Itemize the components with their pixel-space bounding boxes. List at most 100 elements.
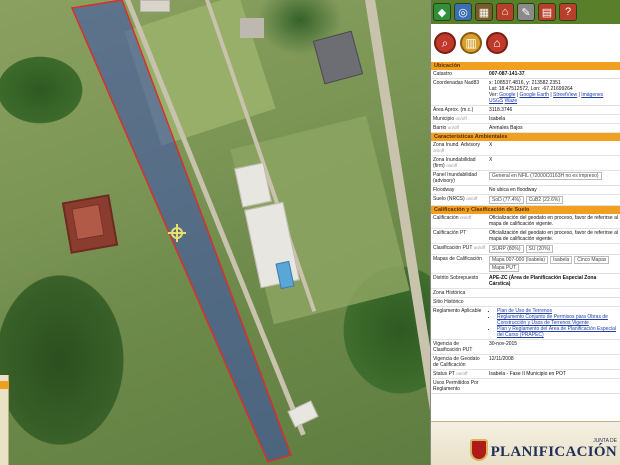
reglamento-link[interactable]: Reglamento Conjunto de Permisos para Obr… [497, 314, 618, 326]
info-toggle[interactable]: on/off [466, 196, 477, 201]
mapa-chip[interactable]: Mapa 007-000 (Isabela) [489, 256, 549, 264]
status-label: Status PT [433, 371, 455, 377]
zona-firm-cell: Zona Inundabilidad (firm) on/off [431, 155, 487, 171]
info-panel: ◆ ◎ ▦ ⌂ ✎ ▤ ? ⌕ ▥ ⌂ Ubicación Catastro 00… [430, 0, 620, 465]
streetview-link[interactable]: StreetView [553, 92, 577, 98]
info-toggle[interactable]: on/off [474, 245, 485, 250]
zona-hist-value [487, 288, 620, 298]
mapas-label: Mapas de Calificación [431, 254, 487, 274]
parcel-polygon[interactable] [0, 0, 430, 465]
globe-icon[interactable]: ◎ [454, 3, 472, 21]
suelo-chip[interactable]: CuB2 (22.6%) [525, 196, 564, 204]
info-toggle[interactable]: on/off [448, 125, 459, 130]
panel-value[interactable]: General en NFIL (72000C0163H no es impre… [489, 172, 602, 180]
section-ubicacion: Ubicación [431, 62, 620, 70]
zona-adv-cell: Zona Inund. Advisory on/off [431, 141, 487, 156]
municipio-cell: Municipio on/off [431, 114, 487, 124]
search-icon[interactable]: ⌕ [434, 32, 456, 54]
ubicacion-table: Catastro 007-087-141-37 Coordenadas Nad83… [431, 70, 620, 133]
info-toggle[interactable]: on/off [456, 116, 467, 121]
section-calificacion: Calificación y Clasificación de Suelo [431, 206, 620, 214]
map-icon[interactable]: ▦ [475, 3, 493, 21]
coords-label: Coordenadas Nad83 [431, 78, 487, 106]
area-value: 3118.3746 [487, 105, 620, 115]
info-toggle[interactable]: on/off [446, 163, 457, 168]
logo-text: JUNTA DE PLANIFICACIÓN [491, 438, 617, 461]
location-marker-icon [168, 224, 186, 242]
info-toggle[interactable]: on/off [433, 148, 444, 153]
clasif-chip[interactable]: SURP (80%) [489, 245, 524, 253]
panel-value-cell: General en NFIL (72000C0163H no es impre… [487, 170, 620, 186]
floodway-value: No ubica en floodway [487, 185, 620, 195]
clasif-chip[interactable]: SU (20%) [525, 245, 554, 253]
reglamento-list-cell: Plan de Uso de Terrenos Reglamento Conju… [487, 306, 620, 340]
suelo-label: Suelo (NRCS) [433, 196, 465, 202]
vig-clasif-value: 30-nov-2015 [487, 339, 620, 355]
calif-label: Calificación [433, 215, 459, 221]
left-scroll-bar[interactable] [0, 375, 9, 465]
footer: JUNTA DE PLANIFICACIÓN [431, 421, 620, 465]
section-ambientales: Características Ambientales [431, 133, 620, 141]
suelo-chips: SoD (77.4%) CuB2 (22.6%) [487, 194, 620, 206]
usos-label: Usos Permitidos Por Reglamento [431, 378, 487, 394]
home-icon[interactable]: ⌂ [496, 3, 514, 21]
seal-icon [469, 438, 488, 461]
calif-cell: Calificación on/off [431, 214, 487, 229]
vig-geodato-value: 12/11/2008 [487, 354, 620, 370]
calificacion-table: Calificación on/off Oficialización del ge… [431, 214, 620, 394]
vig-geodato-label: Vigencia de Geodato de Calificación [431, 354, 487, 370]
floodway-label: Floodway [431, 185, 487, 195]
mapa-chip[interactable]: Isabela [550, 256, 573, 264]
coords-value: x: 108537.4816, y: 213582.2351 Lat: 18.4… [487, 78, 620, 106]
measure-icon[interactable]: ✎ [517, 3, 535, 21]
action-buttons: ⌕ ▥ ⌂ [431, 24, 620, 62]
vig-clasif-label: Vigencia de Clasificación PUT [431, 339, 487, 355]
clasif-cell: Clasificación PUT on/off [431, 243, 487, 255]
clasif-chips: SURP (80%) SU (20%) [487, 243, 620, 255]
map-toolbar: ◆ ◎ ▦ ⌂ ✎ ▤ ? [431, 0, 620, 24]
satellite-map[interactable] [0, 0, 430, 465]
distrito-value: APE-ZC (Área de Planificación Especial Z… [487, 273, 620, 289]
area-label: Área Aprox. (m.c.) [431, 105, 487, 115]
barrio-cell: Barrio on/off [431, 123, 487, 133]
mapa-chip[interactable]: Cinco Mapas [574, 256, 610, 264]
municipio-label: Municipio [433, 116, 455, 122]
logo-big-text: PLANIFICACIÓN [490, 444, 617, 460]
zona-hist-label: Zona Histórica [431, 288, 487, 298]
reglamento-list: Plan de Uso de Terrenos Reglamento Conju… [489, 308, 618, 338]
panel-label: Panel Inundabilidad (advisory) [431, 170, 487, 186]
catastro-label: Catastro [431, 70, 487, 79]
layers-icon[interactable]: ◆ [433, 3, 451, 21]
distrito-label: Distrito Sobrepuesto [431, 273, 487, 289]
barrio-value: Arenales Bajos [487, 123, 620, 133]
ver-links: Ver: Google | Google Earth | StreetView … [489, 92, 604, 104]
chart-icon[interactable]: ▥ [460, 32, 482, 54]
sitio-hist-value [487, 297, 620, 307]
zona-firm-value: X [487, 155, 620, 171]
calif-pt-label: Calificación PT [431, 228, 487, 244]
junta-logo: JUNTA DE PLANIFICACIÓN [469, 438, 617, 461]
clasif-label: Clasificación PUT [433, 245, 473, 251]
zona-adv-value: X [487, 141, 620, 156]
mapa-put-chip[interactable]: Mapa PUT [489, 264, 519, 272]
print-icon[interactable]: ▤ [538, 3, 556, 21]
help-icon[interactable]: ? [559, 3, 577, 21]
google-earth-link[interactable]: Google Earth [520, 92, 549, 98]
reglamento-link[interactable]: Plan y Reglamento del Área de Planificac… [497, 326, 618, 338]
home-icon[interactable]: ⌂ [486, 32, 508, 54]
reglamento-label: Reglamento Aplicable [431, 306, 487, 340]
municipio-value: Isabela [487, 114, 620, 124]
catastro-value: 007-087-141-37 [487, 70, 620, 79]
info-toggle[interactable]: on/off [456, 371, 467, 376]
calif-pt-value: Oficialización del geodato en proceso, f… [487, 228, 620, 244]
waze-link[interactable]: Waze [505, 98, 518, 104]
status-value: Isabela - Fase II Municipio en POT [487, 369, 620, 379]
ambientales-table: Zona Inund. Advisory on/off X Zona Inunda… [431, 141, 620, 206]
info-toggle[interactable]: on/off [460, 215, 471, 220]
calif-value: Oficialización del geodato en proceso, f… [487, 214, 620, 229]
suelo-cell: Suelo (NRCS) on/off [431, 194, 487, 206]
usos-value [487, 378, 620, 394]
mapas-chips: Mapa 007-000 (Isabela) Isabela Cinco Mapas… [487, 254, 620, 274]
suelo-chip[interactable]: SoD (77.4%) [489, 196, 524, 204]
barrio-label: Barrio [433, 125, 447, 131]
